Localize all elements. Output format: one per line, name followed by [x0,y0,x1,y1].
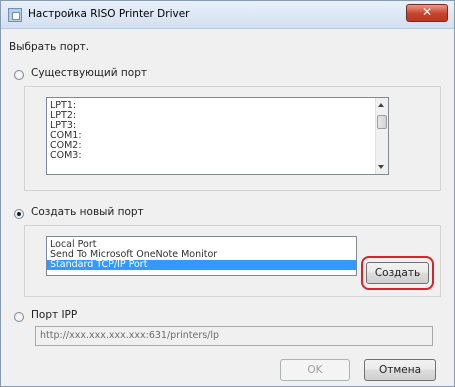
cancel-button[interactable]: Отмена [364,359,436,381]
window-title: Настройка RISO Printer Driver [28,8,190,20]
dialog-window: Настройка RISO Printer Driver ✕ Выбрать … [0,0,455,387]
new-port-panel: Local Port Send To Microsoft OneNote Moni… [24,225,441,297]
existing-port-item[interactable]: COM2: [47,141,388,151]
printer-app-icon [8,8,22,22]
radio-ipp-port[interactable] [14,312,24,322]
existing-port-list[interactable]: LPT1: LPT2: LPT3: COM1: COM2: COM3: [46,97,389,175]
existing-port-item[interactable]: LPT2: [47,111,388,121]
radio-new-port[interactable] [14,209,24,219]
page-heading: Выбрать порт. [9,41,90,53]
scroll-up-icon[interactable] [378,103,384,107]
existing-port-item[interactable]: COM3: [47,151,388,161]
existing-port-item[interactable]: LPT1: [47,101,388,111]
new-port-type-item[interactable]: Standard TCP/IP Port [47,260,356,270]
ipp-port-label[interactable]: Порт IPP [31,309,77,321]
ipp-url-field[interactable]: http://xxx.xxx.xxx.xxx:631/printers/lp [35,326,433,346]
existing-port-panel: LPT1: LPT2: LPT3: COM1: COM2: COM3: [24,86,441,191]
new-port-type-list[interactable]: Local Port Send To Microsoft OneNote Moni… [46,236,357,276]
existing-port-label[interactable]: Существующий порт [31,67,147,79]
close-button[interactable]: ✕ [406,4,448,22]
scroll-thumb[interactable] [377,115,387,129]
radio-existing-port[interactable] [14,70,24,80]
list-scrollbar[interactable] [375,98,388,174]
ok-button[interactable]: OK [280,359,350,381]
existing-port-item[interactable]: LPT3: [47,121,388,131]
scroll-down-icon[interactable] [378,165,384,169]
existing-port-item[interactable]: COM1: [47,131,388,141]
title-bar[interactable]: Настройка RISO Printer Driver ✕ [1,1,454,29]
create-port-button[interactable]: Создать [366,262,429,284]
new-port-label[interactable]: Создать новый порт [31,206,144,218]
